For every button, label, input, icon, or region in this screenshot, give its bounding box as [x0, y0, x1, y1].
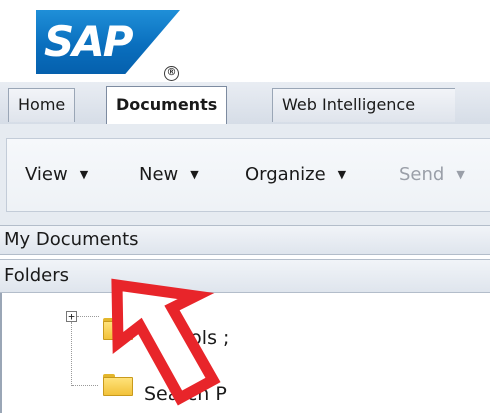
- folders-header[interactable]: Folders: [0, 259, 490, 293]
- folder-icon: [103, 374, 133, 396]
- send-menu-button[interactable]: Send ▼: [399, 163, 465, 187]
- chevron-down-icon: ▼: [79, 168, 89, 181]
- tab-home[interactable]: Home: [8, 88, 76, 122]
- tree-connector-line: [72, 385, 98, 386]
- sap-logo: SAP ®: [36, 10, 180, 82]
- new-menu-button[interactable]: New ▼: [139, 163, 199, 187]
- send-menu-label: Send: [399, 164, 445, 185]
- new-menu-label: New: [139, 164, 179, 185]
- tree-node-search[interactable]: Search P: [144, 382, 227, 406]
- toolbar-frame: View ▼ New ▼ Organize ▼ Send ▼: [0, 124, 490, 227]
- tree-node-schools[interactable]: Schools ;: [144, 326, 229, 350]
- my-documents-header[interactable]: My Documents: [0, 225, 490, 255]
- tree-connector-line: [71, 322, 72, 386]
- folder-tree: + Schools ; Search P: [0, 293, 490, 413]
- view-menu-button[interactable]: View ▼: [25, 163, 88, 187]
- organize-menu-button[interactable]: Organize ▼: [245, 163, 346, 187]
- chevron-down-icon: ▼: [456, 168, 465, 181]
- toolbar: View ▼ New ▼ Organize ▼ Send ▼: [6, 138, 490, 212]
- folder-icon: [103, 318, 133, 340]
- chevron-down-icon: ▼: [190, 168, 199, 181]
- tab-web-intelligence[interactable]: Web Intelligence: [272, 88, 456, 122]
- tab-strip: Home Documents Web Intelligence: [0, 82, 490, 125]
- view-menu-label: View: [25, 164, 68, 185]
- chevron-down-icon: ▼: [337, 168, 347, 181]
- tree-connector-line: [77, 316, 99, 317]
- expand-plus-icon[interactable]: +: [66, 311, 77, 322]
- header-bar: SAP ®: [0, 0, 490, 82]
- sap-logo-text: SAP: [44, 17, 134, 66]
- registered-mark: ®: [164, 66, 179, 81]
- tab-documents[interactable]: Documents: [106, 86, 228, 124]
- organize-menu-label: Organize: [245, 164, 326, 185]
